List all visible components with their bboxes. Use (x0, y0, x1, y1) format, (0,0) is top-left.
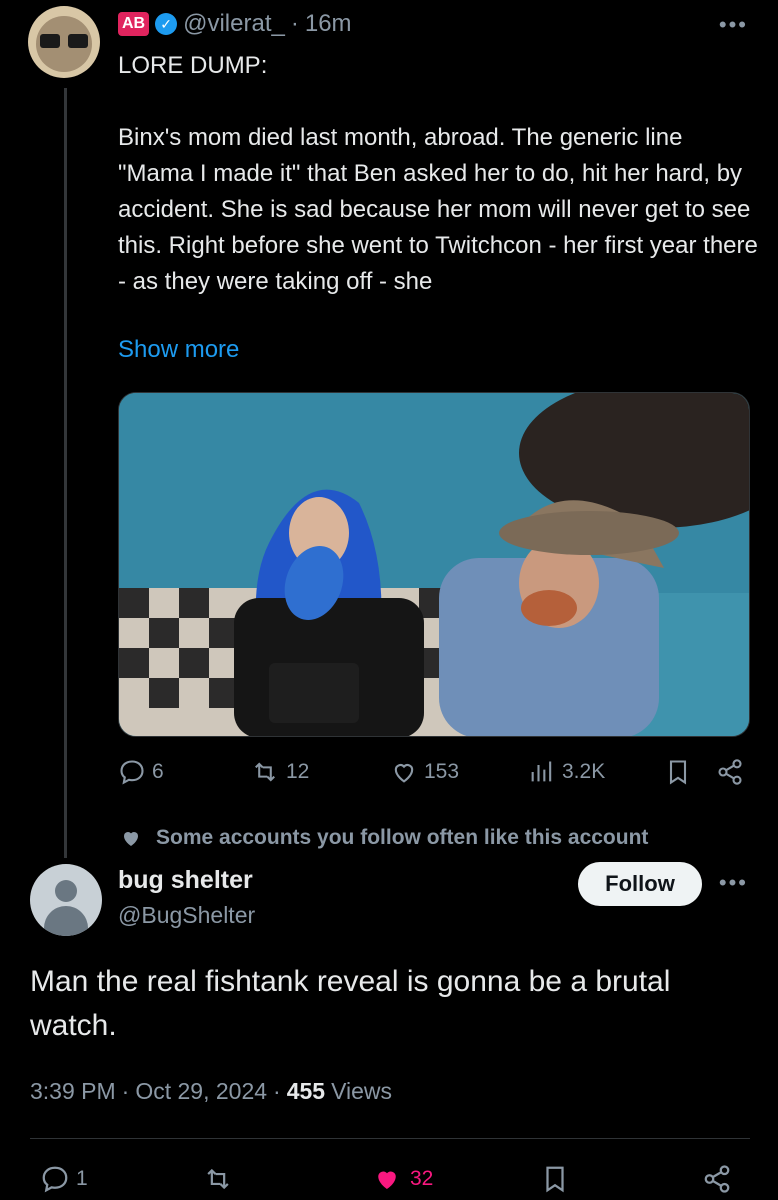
reply-button[interactable]: 1 (40, 1164, 88, 1194)
ab-badge: AB (118, 12, 150, 36)
tweet-views-count: 455 (286, 1078, 326, 1104)
repost-button[interactable] (202, 1164, 234, 1194)
more-options-icon[interactable]: ••• (719, 870, 748, 896)
post-header: AB ✓ @vilerat_ · 16m (118, 6, 352, 42)
views-count: 3.2K (562, 760, 606, 783)
post-action-bar: 6 12 153 3.2K (118, 758, 750, 794)
repost-icon (255, 762, 275, 782)
tweet-time[interactable]: 3:39 PM (30, 1078, 116, 1105)
separator-dot: · (290, 10, 299, 37)
bookmark-button[interactable] (664, 758, 692, 786)
repost-count: 12 (286, 760, 310, 783)
reply-icon (120, 760, 144, 785)
reply-display-name[interactable]: bug shelter (118, 866, 253, 895)
social-context-text: Some accounts you follow often like this… (156, 826, 649, 849)
post-media-image[interactable] (118, 392, 750, 737)
share-button[interactable] (702, 1164, 732, 1194)
post-time[interactable]: 16m (305, 10, 352, 38)
reply-button[interactable]: 6 (118, 758, 164, 786)
like-count: 32 (410, 1167, 434, 1190)
repost-icon (207, 1168, 229, 1190)
show-more-link[interactable]: Show more (118, 336, 239, 364)
heart-filled-icon (124, 832, 138, 846)
reply-text: Man the real fishtank reveal is gonna be… (30, 965, 671, 1042)
tweet-action-bar: 1 32 (30, 1164, 750, 1200)
share-icon (704, 1165, 730, 1193)
avatar-bugshelter[interactable] (30, 864, 102, 936)
heart-filled-icon (378, 1171, 396, 1189)
social-context: Some accounts you follow often like this… (118, 826, 648, 850)
bookmark-icon (669, 760, 687, 785)
like-button[interactable]: 153 (390, 758, 459, 786)
like-count: 153 (424, 760, 460, 783)
share-icon (718, 759, 742, 785)
follow-button[interactable]: Follow (578, 862, 702, 906)
share-button[interactable] (716, 758, 744, 786)
like-button[interactable]: 32 (370, 1164, 433, 1194)
divider (30, 1138, 750, 1139)
reply-count: 1 (76, 1167, 88, 1190)
reply-count: 6 (152, 760, 164, 783)
reply-handle[interactable]: @BugShelter (118, 902, 255, 929)
bookmark-icon (546, 1166, 564, 1193)
post-handle[interactable]: @vilerat_ (183, 10, 285, 38)
verified-icon: ✓ (155, 13, 178, 35)
thread-connector-line (64, 88, 67, 858)
heart-icon (394, 764, 414, 783)
bookmark-button[interactable] (540, 1164, 570, 1194)
separator-dot: · (273, 1078, 281, 1104)
separator-dot: · (121, 1078, 130, 1104)
tweet-views-label: Views (331, 1078, 393, 1104)
more-options-icon[interactable]: ••• (719, 12, 748, 38)
repost-button[interactable]: 12 (250, 758, 309, 786)
post-text: LORE DUMP: Binx's mom died last month, a… (118, 52, 758, 295)
avatar-vilerat[interactable] (28, 6, 100, 78)
reply-icon (42, 1166, 68, 1193)
tweet-metadata: 3:39 PM · Oct 29, 2024 · 455 Views (30, 1078, 392, 1105)
views-icon (531, 761, 552, 782)
tweet-date[interactable]: Oct 29, 2024 (135, 1078, 267, 1105)
views-button[interactable]: 3.2K (528, 758, 605, 786)
